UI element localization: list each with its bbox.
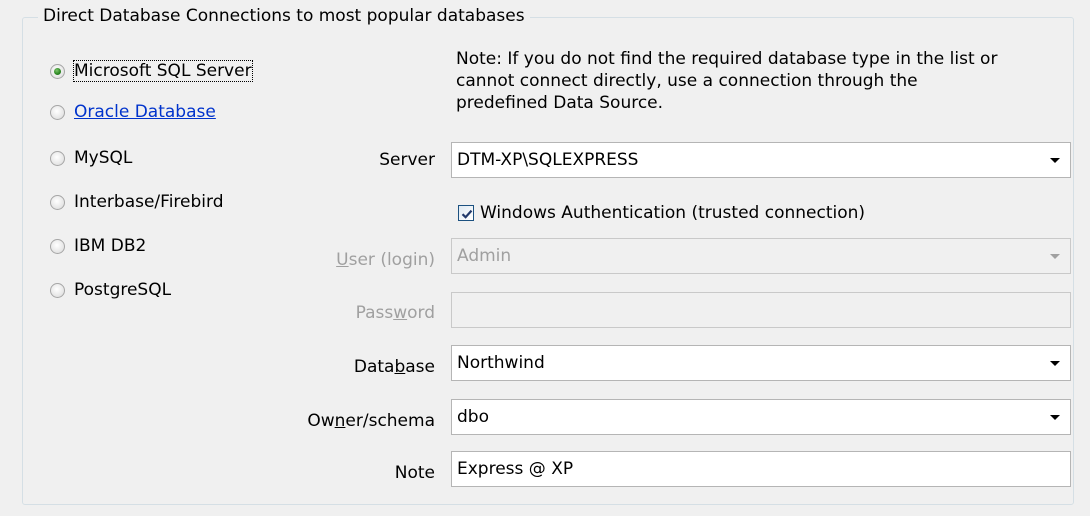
server-value: DTM-XP\SQLEXPRESS bbox=[457, 150, 639, 170]
owner-schema-dropdown-arrow[interactable] bbox=[1040, 400, 1070, 434]
password-label: Password bbox=[355, 303, 435, 323]
windows-auth-checkbox[interactable] bbox=[458, 205, 474, 221]
radio-oracle[interactable]: Oracle Database bbox=[50, 99, 216, 125]
note-field[interactable]: Express @ XP bbox=[451, 451, 1071, 487]
user-login-value: Admin bbox=[457, 246, 512, 266]
radio-label-oracle-link[interactable]: Oracle Database bbox=[74, 102, 216, 122]
radio-indicator-selected[interactable] bbox=[50, 63, 65, 79]
database-value: Northwind bbox=[457, 353, 545, 373]
chevron-down-icon bbox=[1050, 157, 1060, 163]
chevron-down-icon bbox=[1050, 360, 1060, 366]
radio-label-ibm-db2: IBM DB2 bbox=[74, 236, 147, 256]
user-login-label: User (login) bbox=[336, 247, 435, 273]
radio-ibm-db2[interactable]: IBM DB2 bbox=[50, 233, 146, 259]
note-paragraph: Note: If you do not find the required da… bbox=[456, 49, 998, 113]
database-dropdown-arrow[interactable] bbox=[1040, 346, 1070, 380]
radio-indicator[interactable] bbox=[50, 282, 65, 298]
user-login-dropdown-arrow[interactable] bbox=[1040, 239, 1070, 273]
server-dropdown-arrow[interactable] bbox=[1040, 143, 1070, 177]
chevron-down-icon bbox=[1050, 414, 1060, 420]
radio-indicator[interactable] bbox=[50, 194, 65, 210]
owner-schema-label: Owner/schema bbox=[307, 411, 435, 431]
radio-indicator[interactable] bbox=[50, 104, 65, 120]
radio-label-mssql: Microsoft SQL Server bbox=[73, 60, 253, 82]
database-combo[interactable]: Northwind bbox=[451, 345, 1071, 381]
database-label: Database bbox=[353, 357, 435, 377]
windows-auth-checkbox-row[interactable]: Windows Authentication (trusted connecti… bbox=[458, 201, 865, 225]
note-value: Express @ XP bbox=[457, 459, 574, 479]
server-combo[interactable]: DTM-XP\SQLEXPRESS bbox=[451, 142, 1071, 178]
radio-indicator[interactable] bbox=[50, 150, 65, 166]
owner-schema-combo[interactable]: dbo bbox=[451, 399, 1071, 435]
radio-label-postgresql: PostgreSQL bbox=[74, 280, 172, 300]
user-login-label-rest: ser (login) bbox=[348, 250, 435, 270]
password-field[interactable] bbox=[451, 292, 1071, 328]
windows-auth-label: Windows Authentication (trusted connecti… bbox=[480, 203, 866, 223]
owner-schema-value: dbo bbox=[457, 407, 489, 427]
radio-mssql[interactable]: Microsoft SQL Server bbox=[50, 58, 253, 84]
radio-interbase-firebird[interactable]: Interbase/Firebird bbox=[50, 189, 224, 215]
radio-label-interbase-firebird: Interbase/Firebird bbox=[74, 192, 224, 212]
chevron-down-icon bbox=[1050, 253, 1060, 259]
note-label: Note bbox=[394, 463, 435, 483]
user-login-combo[interactable]: Admin bbox=[451, 238, 1071, 274]
radio-mysql[interactable]: MySQL bbox=[50, 145, 132, 171]
server-label: Server bbox=[379, 150, 435, 170]
groupbox-title: Direct Database Connections to most popu… bbox=[38, 6, 530, 26]
radio-label-mysql: MySQL bbox=[74, 148, 133, 168]
radio-indicator[interactable] bbox=[50, 238, 65, 254]
radio-postgresql[interactable]: PostgreSQL bbox=[50, 277, 171, 303]
checkmark-icon bbox=[461, 209, 473, 219]
user-login-label-mnemonic: U bbox=[336, 250, 349, 270]
